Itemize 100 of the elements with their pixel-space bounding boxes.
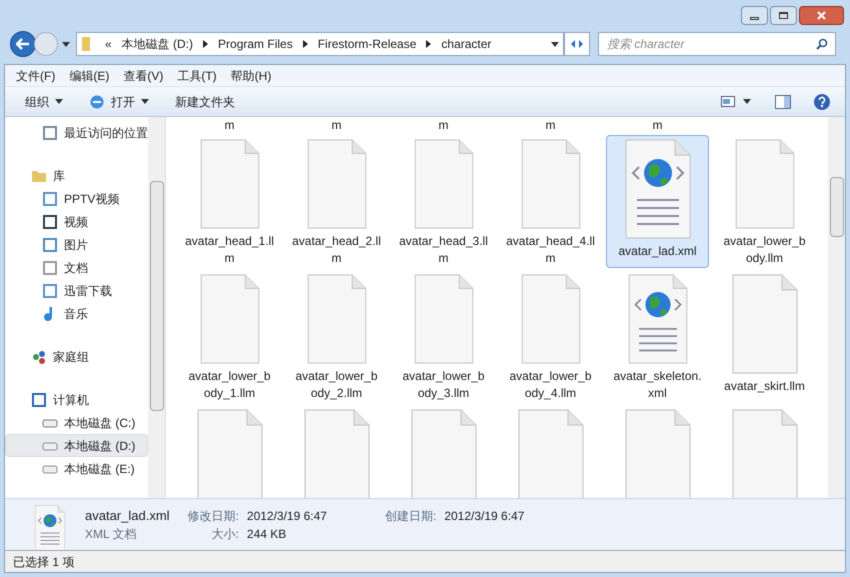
file-name: m: [652, 117, 664, 134]
file-name: m: [330, 250, 342, 267]
nav-item[interactable]: 本地磁盘 (D:): [5, 434, 148, 457]
detail-value: 244 KB: [246, 526, 288, 543]
file-name: avatar_skirt.llm: [723, 378, 806, 395]
globe-e-icon: [89, 94, 105, 110]
menu-item[interactable]: 工具(T): [172, 66, 222, 84]
file-item[interactable]: avatar_head_4.ll m: [499, 135, 602, 268]
file-name: avatar_head_1.ll: [184, 233, 275, 250]
maximize-button[interactable]: [770, 6, 797, 25]
content-scrollbar[interactable]: [828, 117, 845, 498]
nav-item[interactable]: 本地磁盘 (E:): [5, 457, 148, 480]
preview-pane-icon[interactable]: [775, 94, 791, 108]
caret-icon: [551, 42, 559, 46]
file-name: m: [438, 117, 450, 134]
toolbar-button[interactable]: 新建文件夹: [169, 92, 241, 110]
nav-item[interactable]: 音乐: [5, 302, 148, 325]
film-icon: [42, 214, 58, 230]
file-name: avatar_lower_b: [508, 368, 593, 385]
picture-icon: [42, 236, 58, 252]
chevron-right-icon: [203, 40, 208, 48]
file-item[interactable]: avatar_head_3.ll m: [392, 135, 495, 268]
view-icon: [721, 96, 735, 107]
chevron-right-icon: [426, 40, 432, 48]
nav-item[interactable]: PPTV视频: [5, 187, 148, 210]
menu-item[interactable]: 编辑(E): [64, 66, 114, 84]
nav-item[interactable]: 视频: [5, 210, 148, 233]
file-item[interactable]: avatar_lower_b ody_2.llm: [285, 270, 388, 403]
blank-document-icon: [732, 274, 798, 374]
nav-item[interactable]: 本地磁盘 (C:): [5, 411, 148, 434]
detail-label: 大小:: [210, 526, 239, 543]
file-name: avatar_skeleton.: [612, 368, 703, 385]
breadcrumb-item[interactable]: 本地磁盘 (D:): [122, 35, 194, 53]
detail-label: 创建日期:: [384, 508, 436, 525]
nav-item[interactable]: 库: [5, 164, 148, 187]
nav-scrollbar[interactable]: [148, 117, 165, 498]
document-icon: [42, 190, 58, 206]
file-item[interactable]: avatar_lower_b ody.llm: [713, 135, 816, 268]
nav-item[interactable]: 家庭组: [5, 345, 148, 368]
view-menu-button[interactable]: [721, 96, 751, 107]
nav-item[interactable]: 最近访问的位置: [5, 121, 148, 144]
caret-icon: [743, 99, 751, 104]
file-item[interactable]: avatar_lad.xml: [606, 135, 709, 268]
file-name: avatar_head_4.ll: [505, 233, 596, 250]
file-name: m: [544, 250, 556, 267]
address-bar[interactable]: « 本地磁盘 (D:) Program Files Firestorm-Release character: [76, 32, 564, 56]
breadcrumb-item[interactable]: character: [441, 35, 492, 53]
homegroup-icon: [31, 348, 47, 364]
nav-item[interactable]: 图片: [5, 233, 148, 256]
search-field[interactable]: 搜索 character: [598, 32, 836, 56]
file-item[interactable]: avatar_head_1.ll m: [178, 135, 281, 268]
refresh-arrows-icon: [569, 38, 585, 50]
file-name: ody_1.llm: [202, 385, 256, 402]
close-icon: [817, 11, 826, 20]
menu-item[interactable]: 帮助(H): [226, 66, 276, 84]
caret-icon: [62, 42, 70, 46]
file-name: m: [330, 117, 342, 134]
detail-value: 2012/3/19 6:47: [444, 508, 524, 525]
recent-places-icon: [42, 124, 58, 140]
arrow-left-icon: [16, 38, 30, 50]
toolbar-button[interactable]: 打开: [83, 92, 155, 110]
file-name: xml: [647, 385, 668, 402]
file-item[interactable]: avatar_head_2.ll m: [285, 135, 388, 268]
nav-item[interactable]: 计算机: [5, 388, 148, 411]
menu-item[interactable]: 查看(V): [118, 66, 168, 84]
file-name: ody.llm: [744, 250, 784, 267]
file-name: ody_3.llm: [416, 385, 470, 402]
toolbar-button[interactable]: 组织: [19, 92, 69, 110]
breadcrumb-item[interactable]: Firestorm-Release: [318, 35, 416, 53]
close-button[interactable]: [799, 6, 844, 25]
minimize-button[interactable]: [741, 6, 768, 25]
chevron-right-icon: [302, 40, 308, 48]
file-name: avatar_lower_b: [187, 368, 272, 385]
file-name: avatar_lower_b: [294, 368, 379, 385]
nav-item[interactable]: 迅雷下载: [5, 279, 148, 302]
file-item[interactable]: avatar_lower_b ody_4.llm: [499, 270, 602, 403]
status-text: 已选择 1 项: [13, 554, 74, 570]
file-item[interactable]: avatar_skeleton. xml: [606, 270, 709, 403]
file-item[interactable]: avatar_skirt.llm: [713, 270, 816, 403]
file-name: ody_2.llm: [310, 385, 364, 402]
file-name: ody_4.llm: [524, 385, 578, 402]
breadcrumb-item[interactable]: Program Files: [218, 35, 293, 53]
file-name: avatar_lad.xml: [617, 243, 698, 260]
file-item[interactable]: avatar_lower_b ody_3.llm: [392, 270, 495, 403]
file-name: avatar_lower_b: [722, 233, 807, 250]
nav-item[interactable]: 文档: [5, 256, 148, 279]
back-button[interactable]: [10, 31, 36, 57]
caret-icon: [55, 99, 63, 104]
help-icon[interactable]: [813, 92, 831, 110]
detail-label: 修改日期:: [188, 508, 239, 525]
file-name: avatar_head_2.ll: [291, 233, 382, 250]
caret-icon: [141, 99, 149, 104]
file-name: avatar_head_3.ll: [398, 233, 489, 250]
file-item[interactable]: avatar_lower_b ody_1.llm: [178, 270, 281, 403]
file-name: m: [544, 117, 556, 134]
refresh-button[interactable]: [564, 32, 590, 56]
file-name: m: [224, 250, 236, 267]
computer-icon: [31, 392, 47, 408]
search-icon: [816, 38, 828, 50]
menu-item[interactable]: 文件(F): [11, 66, 60, 84]
